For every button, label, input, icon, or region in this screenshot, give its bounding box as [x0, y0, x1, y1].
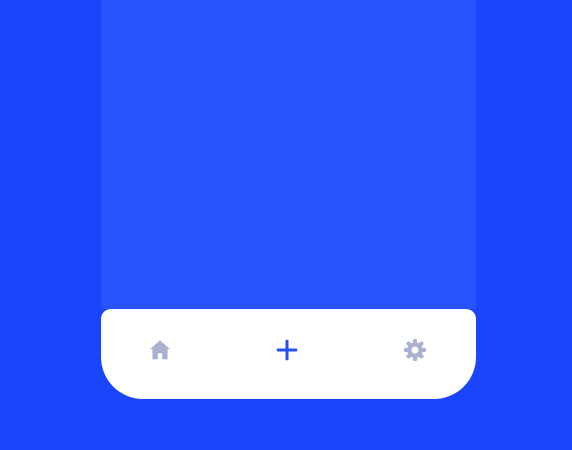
tab-add[interactable] — [272, 335, 302, 365]
home-icon — [147, 337, 173, 363]
tab-home[interactable] — [145, 335, 175, 365]
app-content-area — [101, 0, 476, 309]
bottom-tab-bar — [101, 309, 476, 399]
gear-icon — [402, 337, 428, 363]
tab-settings[interactable] — [400, 335, 430, 365]
phone-mockup — [101, 0, 476, 399]
plus-icon — [274, 337, 300, 363]
